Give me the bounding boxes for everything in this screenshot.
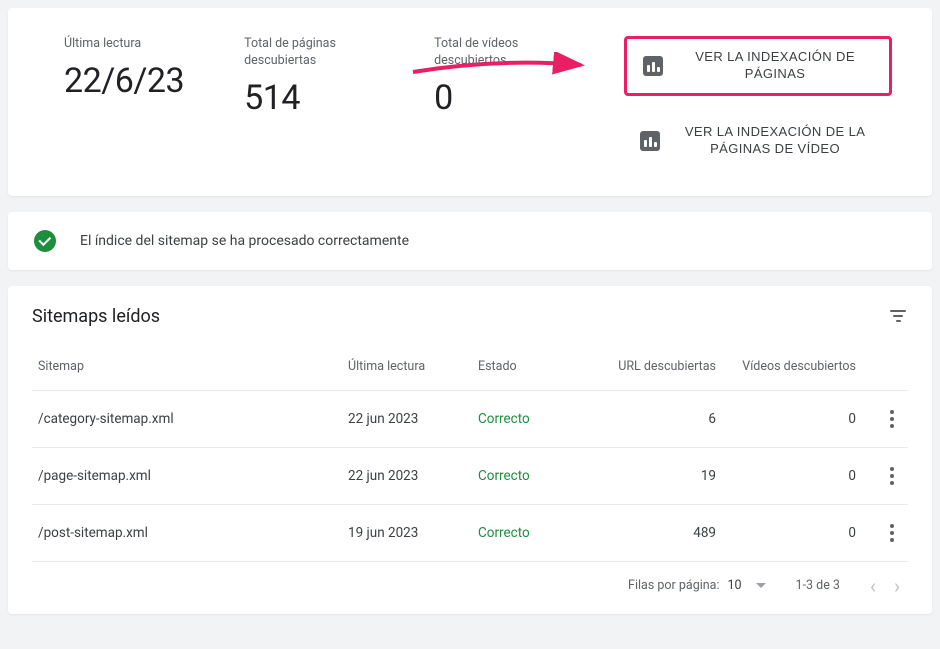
rows-per-page-label: Filas por página: bbox=[628, 578, 719, 593]
summary-card: Última lectura 22/6/23 Total de páginas … bbox=[8, 8, 932, 196]
check-circle-icon bbox=[34, 230, 56, 252]
button-label: VER LA INDEXACIÓN DE LA PÁGINAS DE VÍDEO bbox=[674, 124, 876, 158]
metric-videos: Total de vídeos descubiertos 0 bbox=[434, 36, 564, 118]
col-last-read: Última lectura bbox=[342, 337, 472, 391]
chevron-down-icon bbox=[756, 583, 766, 588]
cell-last-read: 22 jun 2023 bbox=[342, 447, 472, 504]
col-state: Estado bbox=[472, 337, 592, 391]
summary-actions: VER LA INDEXACIÓN DE PÁGINAS VER LA INDE… bbox=[624, 36, 892, 168]
metric-value: 514 bbox=[244, 78, 374, 118]
view-video-indexing-button[interactable]: VER LA INDEXACIÓN DE LA PÁGINAS DE VÍDEO bbox=[624, 114, 892, 168]
metric-label: Total de vídeos descubiertos bbox=[434, 36, 564, 70]
cell-last-read: 22 jun 2023 bbox=[342, 390, 472, 447]
next-page-button[interactable]: › bbox=[894, 576, 900, 596]
col-urls: URL descubiertas bbox=[592, 337, 722, 391]
cell-urls: 6 bbox=[592, 390, 722, 447]
cell-state: Correcto bbox=[472, 390, 592, 447]
cell-sitemap: /page-sitemap.xml bbox=[32, 447, 342, 504]
metric-label: Última lectura bbox=[64, 36, 184, 53]
cell-state: Correcto bbox=[472, 447, 592, 504]
cell-videos: 0 bbox=[722, 390, 862, 447]
col-sitemap: Sitemap bbox=[32, 337, 342, 391]
row-menu-icon[interactable] bbox=[882, 524, 902, 542]
cell-last-read: 19 jun 2023 bbox=[342, 504, 472, 561]
cell-urls: 19 bbox=[592, 447, 722, 504]
metric-value: 0 bbox=[434, 78, 564, 118]
cell-sitemap: /post-sitemap.xml bbox=[32, 504, 342, 561]
sitemaps-table: Sitemap Última lectura Estado URL descub… bbox=[32, 337, 908, 561]
metric-value: 22/6/23 bbox=[64, 61, 184, 101]
cell-videos: 0 bbox=[722, 447, 862, 504]
col-videos: Vídeos descubiertos bbox=[722, 337, 862, 391]
table-row[interactable]: /page-sitemap.xml 22 jun 2023 Correcto 1… bbox=[32, 447, 908, 504]
bar-chart-icon bbox=[643, 56, 663, 76]
pagination-range: 1-3 de 3 bbox=[796, 578, 840, 593]
button-label: VER LA INDEXACIÓN DE PÁGINAS bbox=[677, 49, 873, 83]
metric-label: Total de páginas descubiertas bbox=[244, 36, 374, 70]
view-page-indexing-button[interactable]: VER LA INDEXACIÓN DE PÁGINAS bbox=[624, 36, 892, 96]
table-title: Sitemaps leídos bbox=[32, 306, 160, 327]
rows-per-page[interactable]: Filas por página: 10 bbox=[628, 578, 766, 593]
sitemaps-table-card: Sitemaps leídos Sitemap Última lectura E… bbox=[8, 286, 932, 614]
cell-urls: 489 bbox=[592, 504, 722, 561]
row-menu-icon[interactable] bbox=[882, 467, 902, 485]
rows-per-page-value: 10 bbox=[727, 578, 741, 593]
metric-last-read: Última lectura 22/6/23 bbox=[64, 36, 184, 101]
table-row[interactable]: /post-sitemap.xml 19 jun 2023 Correcto 4… bbox=[32, 504, 908, 561]
status-card: El índice del sitemap se ha procesado co… bbox=[8, 212, 932, 270]
cell-sitemap: /category-sitemap.xml bbox=[32, 390, 342, 447]
status-message: El índice del sitemap se ha procesado co… bbox=[80, 233, 409, 249]
cell-videos: 0 bbox=[722, 504, 862, 561]
table-row[interactable]: /category-sitemap.xml 22 jun 2023 Correc… bbox=[32, 390, 908, 447]
filter-icon[interactable] bbox=[888, 306, 908, 326]
pagination: Filas por página: 10 1-3 de 3 ‹ › bbox=[32, 561, 908, 614]
prev-page-button[interactable]: ‹ bbox=[870, 576, 876, 596]
row-menu-icon[interactable] bbox=[882, 410, 902, 428]
cell-state: Correcto bbox=[472, 504, 592, 561]
bar-chart-icon bbox=[640, 131, 660, 151]
metric-pages: Total de páginas descubiertas 514 bbox=[244, 36, 374, 118]
